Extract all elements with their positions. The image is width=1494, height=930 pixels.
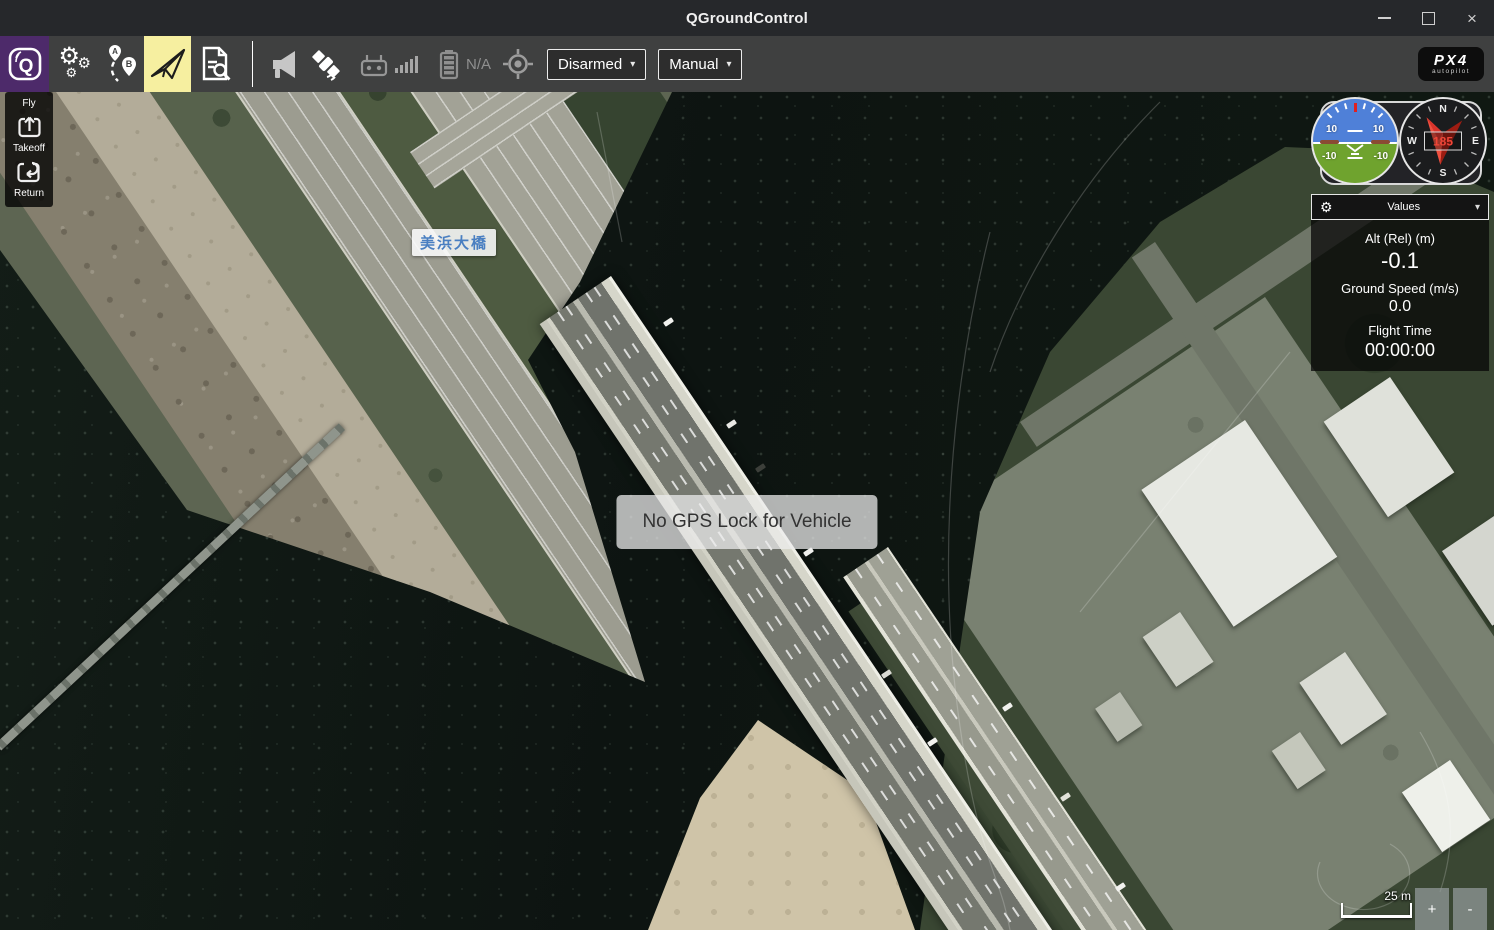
rc-transmitter-icon — [360, 55, 388, 77]
pitch-label: 10 — [1372, 124, 1384, 135]
takeoff-label: Takeoff — [12, 143, 46, 154]
chevron-down-icon: ▾ — [630, 58, 636, 70]
cardinal-east: E — [1471, 135, 1479, 147]
pitch-label: 10 — [1326, 124, 1338, 135]
roll-tick — [1362, 103, 1367, 110]
map-scale: 25 m — [1341, 889, 1412, 918]
roll-pointer — [1354, 103, 1357, 112]
compass-indicator[interactable]: N S W E 185 — [1399, 97, 1487, 185]
heading-value: 185 — [1432, 134, 1454, 148]
plan-waypoints-icon: A B — [108, 45, 136, 82]
px4-logo: PX4 autopilot — [1418, 47, 1484, 81]
map-zoom-in-button[interactable]: + — [1415, 888, 1449, 930]
bridge-name-label: 美浜大橋 — [412, 229, 497, 256]
aircraft-wing-marker — [1371, 140, 1390, 144]
cardinal-south: S — [1439, 167, 1447, 179]
cardinal-west: W — [1407, 135, 1417, 147]
window-controls: × — [1376, 0, 1480, 36]
maximize-button[interactable] — [1420, 10, 1436, 26]
takeoff-button[interactable]: Takeoff — [13, 115, 45, 154]
pitch-rung — [1347, 157, 1363, 159]
gps-lock-indicator[interactable] — [501, 47, 535, 81]
roll-tick — [1343, 103, 1348, 110]
map-zoom-out-button[interactable]: - — [1453, 888, 1487, 930]
paper-plane-icon — [150, 48, 185, 80]
svg-text:A: A — [112, 47, 118, 56]
value-label: Flight Time — [1368, 323, 1432, 338]
fly-view-button[interactable] — [144, 36, 191, 92]
chevron-down-icon: ▾ — [726, 58, 732, 70]
armed-state-dropdown[interactable]: Disarmed ▾ — [547, 48, 647, 80]
aircraft-wing-marker — [1320, 140, 1339, 144]
px4-logo-text: PX4 — [1433, 51, 1469, 69]
roll-tick — [1326, 112, 1333, 119]
satellite-icon — [312, 50, 340, 81]
roll-tick — [1334, 106, 1340, 113]
analyze-view-button[interactable] — [191, 36, 238, 92]
battery-status-text: N/A — [466, 55, 492, 73]
megaphone-icon — [273, 51, 295, 78]
value-label: Ground Speed (m/s) — [1341, 281, 1459, 296]
signal-bars-icon — [395, 55, 418, 73]
armed-state-label: Disarmed — [558, 55, 623, 73]
heading-value-box: 185 — [1424, 131, 1462, 151]
chevron-down-icon[interactable]: ▾ — [1475, 202, 1480, 213]
gears-icon: ⚙ ⚙ ⚙ — [58, 43, 91, 80]
close-icon: × — [1467, 8, 1477, 28]
svg-text:Q: Q — [18, 56, 33, 77]
cardinal-north: N — [1439, 103, 1447, 115]
main-toolbar: Q ⚙ ⚙ ⚙ A B N/A Disarmed ▾ Manual ▾ PX4 … — [0, 36, 1494, 92]
values-panel: ⚙ Values ▾ Alt (Rel) (m) -0.1 Ground Spe… — [1311, 194, 1489, 371]
flight-mode-label: Manual — [669, 55, 719, 73]
toolbar-separator — [252, 41, 253, 87]
takeoff-icon — [17, 116, 41, 138]
altitude-value: -0.1 — [1381, 248, 1419, 273]
minimize-button[interactable] — [1376, 10, 1392, 26]
plan-view-button[interactable]: A B — [99, 36, 144, 92]
roll-tick — [1377, 112, 1384, 119]
values-panel-title: Values — [1387, 201, 1421, 213]
minimize-icon — [1377, 17, 1391, 19]
attitude-indicator[interactable]: 10 10 -10 -10 — [1311, 97, 1399, 185]
battery-icon — [439, 50, 459, 80]
rc-rssi-indicator[interactable] — [358, 48, 418, 80]
map-scale-bar — [1341, 903, 1412, 918]
close-button[interactable]: × — [1464, 8, 1480, 28]
ground-speed-value: 0.0 — [1388, 298, 1412, 315]
map-scale-label: 25 m — [1384, 889, 1411, 903]
return-icon — [17, 161, 41, 183]
svg-text:B: B — [125, 59, 132, 69]
values-panel-header[interactable]: ⚙ Values ▾ — [1311, 194, 1489, 220]
no-gps-message: No GPS Lock for Vehicle — [616, 495, 878, 549]
pitch-label: -10 — [1322, 151, 1337, 162]
aircraft-center-marker — [1346, 144, 1364, 155]
gps-crosshair-icon — [503, 49, 534, 79]
gear-icon[interactable]: ⚙ — [1320, 200, 1333, 214]
value-label: Alt (Rel) (m) — [1364, 231, 1436, 246]
return-label: Return — [13, 188, 44, 199]
document-search-icon — [202, 46, 230, 81]
qgroundcontrol-window: 美浜大橋 QGroundControl × Q ⚙ ⚙ ⚙ A B N/A Di… — [0, 0, 1494, 930]
qgc-app-button[interactable]: Q — [0, 36, 49, 92]
title-bar: QGroundControl × — [0, 0, 1494, 36]
qgc-logo-icon: Q — [8, 47, 41, 81]
pitch-rung — [1347, 130, 1363, 132]
battery-indicator[interactable]: N/A — [436, 47, 491, 81]
flight-time-value: 00:00:00 — [1364, 340, 1436, 360]
roll-tick — [1370, 106, 1376, 113]
vehicle-messages-indicator[interactable] — [266, 47, 302, 81]
fly-toolstrip: Fly Takeoff Return — [5, 92, 53, 207]
toolstrip-title: Fly — [22, 98, 36, 109]
flight-mode-dropdown[interactable]: Manual ▾ — [658, 48, 743, 80]
gps-status-indicator[interactable] — [306, 46, 346, 82]
pitch-label: -10 — [1373, 151, 1388, 162]
px4-logo-subtext: autopilot — [1431, 67, 1471, 75]
window-title: QGroundControl — [686, 9, 808, 27]
return-button[interactable]: Return — [14, 160, 44, 199]
maximize-icon — [1421, 11, 1435, 25]
vehicle-setup-button[interactable]: ⚙ ⚙ ⚙ — [54, 36, 99, 92]
values-panel-body: Alt (Rel) (m) -0.1 Ground Speed (m/s) 0.… — [1311, 220, 1489, 371]
